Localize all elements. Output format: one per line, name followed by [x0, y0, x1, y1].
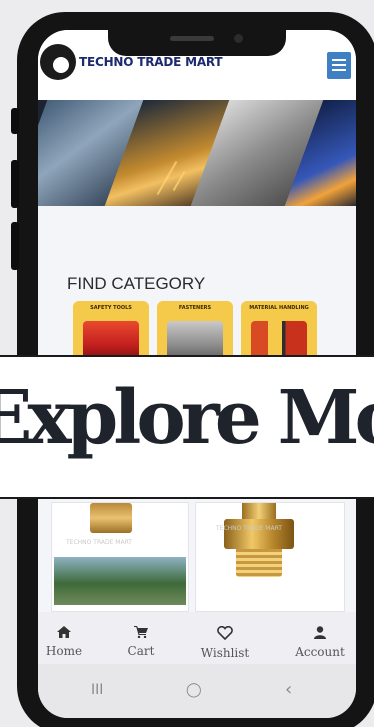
product-card-sprinkler[interactable]: TECHNO TRADE MART [51, 502, 189, 612]
speaker-grille [170, 36, 214, 41]
product-watermark: TECHNO TRADE MART [216, 525, 282, 532]
bottom-navigation: Home Cart Wishlist Account [38, 612, 356, 664]
hamburger-icon [332, 59, 346, 61]
phone-side-button [11, 108, 19, 134]
cart-icon [134, 626, 148, 638]
nav-cart[interactable]: Cart [106, 626, 176, 660]
category-card-fasteners[interactable]: FASTENERS [157, 301, 233, 361]
category-label: FASTENERS [178, 305, 212, 311]
nav-wishlist[interactable]: Wishlist [190, 626, 260, 662]
recents-button[interactable]: III [91, 682, 103, 698]
category-label: MATERIAL HANDLING [249, 305, 309, 311]
nav-wishlist-label: Wishlist [200, 646, 250, 660]
category-card-material-handling[interactable]: MATERIAL HANDLING [241, 301, 317, 361]
garden-sprinkler-photo [54, 557, 186, 605]
phone-notch [108, 30, 286, 56]
brass-fitting-image [242, 503, 276, 519]
nav-cart-label: Cart [127, 644, 155, 658]
product-card-brass-fitting[interactable]: TECHNO TRADE MART [195, 502, 345, 612]
category-section-title: FIND CATEGORY [67, 274, 206, 293]
category-card-safety-tools[interactable]: SAFETY TOOLS [73, 301, 149, 361]
front-camera [234, 34, 243, 43]
hero-banner[interactable] [38, 100, 356, 206]
nav-account-label: Account [295, 645, 345, 659]
hamburger-menu-button[interactable] [327, 52, 351, 79]
explore-more-heading: Explore More [0, 375, 374, 461]
product-watermark: TECHNO TRADE MART [66, 539, 132, 546]
brand-name[interactable]: TECHNO TRADE MART [79, 55, 223, 69]
heart-icon [217, 626, 233, 640]
system-navigation-bar: III ◯ ‹ [38, 664, 356, 718]
gear-logo-icon[interactable] [40, 44, 76, 80]
system-back-button[interactable]: ‹ [285, 679, 292, 700]
category-label: SAFETY TOOLS [90, 305, 132, 311]
brass-fitting-hex [224, 519, 294, 549]
promo-stage: TECHNO TRADE MART FIND CATEGORY SAFETY T… [0, 0, 374, 727]
nav-home-label: Home [45, 644, 83, 658]
user-icon [314, 626, 326, 639]
hamburger-icon-bar [332, 69, 346, 71]
explore-more-banner: Explore More [0, 355, 374, 499]
sprinkler-nozzle-image [90, 503, 132, 533]
hamburger-icon-bar [332, 64, 346, 66]
home-icon [57, 626, 71, 638]
phone-volume-up [11, 160, 19, 208]
nav-home[interactable]: Home [38, 626, 99, 660]
nav-account[interactable]: Account [285, 626, 355, 661]
phone-volume-down [11, 222, 19, 270]
brass-fitting-thread [236, 549, 282, 577]
system-home-button[interactable]: ◯ [186, 682, 202, 698]
